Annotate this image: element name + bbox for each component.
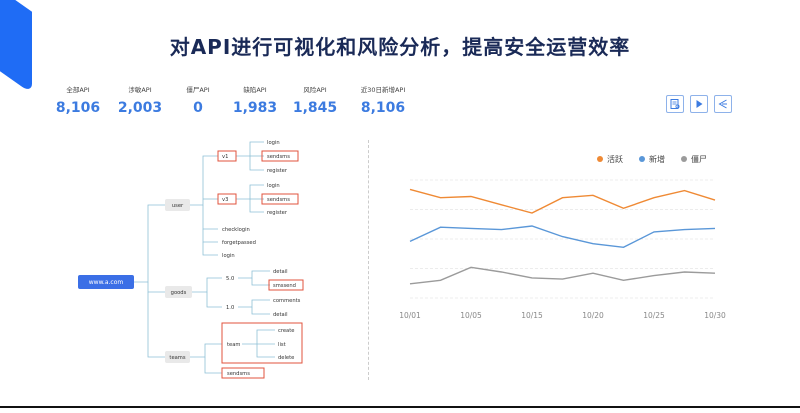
- legend-marker: [597, 156, 603, 162]
- tree-leaf[interactable]: sendsms: [227, 371, 250, 377]
- tree-node-team[interactable]: team: [227, 342, 240, 348]
- tree-leaf[interactable]: list: [278, 342, 286, 348]
- tree-leaf[interactable]: register: [267, 210, 288, 216]
- tree-leaf[interactable]: detail: [273, 269, 288, 275]
- legend-label: 活跃: [607, 154, 623, 164]
- tree-leaf[interactable]: detail: [273, 312, 288, 318]
- legend-label: 新增: [649, 154, 665, 164]
- x-tick-label: 10/01: [399, 311, 421, 320]
- tree-node-label: teams: [169, 355, 185, 361]
- tree-leaf[interactable]: smssend: [273, 283, 296, 289]
- tree-connectors: [134, 141, 275, 374]
- x-tick-label: 10/05: [460, 311, 482, 320]
- tree-root-label: www.a.com: [89, 279, 124, 286]
- tree-leaf[interactable]: sendsms: [267, 154, 290, 160]
- x-tick-label: 10/30: [704, 311, 726, 320]
- tree-leaf[interactable]: login: [267, 183, 280, 189]
- tree-node-v3[interactable]: v3: [222, 197, 228, 203]
- tree-leaf[interactable]: create: [278, 328, 294, 334]
- bottom-border: [0, 406, 800, 408]
- x-tick-label: 10/15: [521, 311, 543, 320]
- tree-leaf[interactable]: sendsms: [267, 197, 290, 203]
- api-trend-chart: 活跃 新增 僵尸 10/01 10/05 10/15 10/20 10/25 10/30: [399, 154, 726, 320]
- tree-node-version[interactable]: 1.0: [226, 305, 234, 311]
- tree-node-v1[interactable]: v1: [222, 154, 228, 160]
- tree-node-label: user: [172, 203, 184, 209]
- tree-node-label: goods: [171, 290, 187, 296]
- tree-leaf[interactable]: delete: [278, 355, 294, 361]
- x-tick-label: 10/25: [643, 311, 665, 320]
- tree-leaf[interactable]: register: [267, 168, 288, 174]
- series-line: [409, 225, 716, 249]
- tree-leaf[interactable]: login: [267, 140, 280, 146]
- legend-marker: [639, 156, 645, 162]
- tree-leaf[interactable]: comments: [273, 298, 301, 304]
- tree-leaf[interactable]: forgetpassed: [222, 240, 256, 246]
- series-line: [409, 266, 716, 285]
- legend-label: 僵尸: [691, 154, 707, 164]
- tree-leaf[interactable]: checklogin: [222, 227, 250, 233]
- tree-node-version[interactable]: 5.0: [226, 276, 234, 282]
- x-tick-label: 10/20: [582, 311, 604, 320]
- panel-divider: [368, 140, 369, 380]
- legend-marker: [681, 156, 687, 162]
- tree-leaf[interactable]: login: [222, 253, 235, 259]
